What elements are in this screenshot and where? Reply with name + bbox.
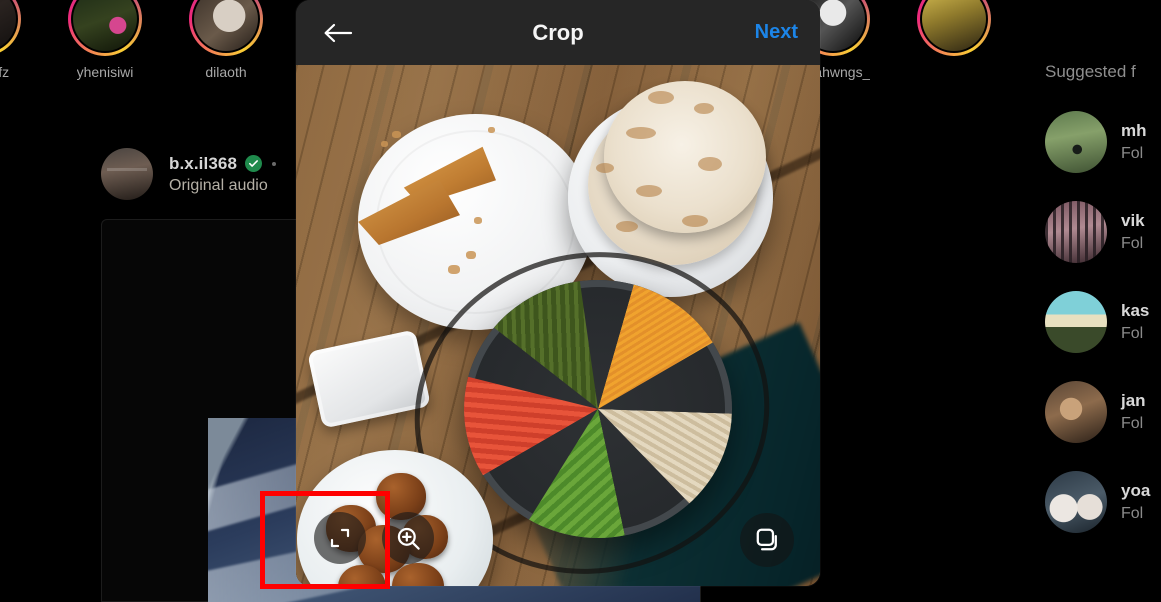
story-item[interactable] [908, 0, 1000, 80]
crop-photo[interactable] [296, 65, 820, 586]
story-item[interactable]: dilaoth [180, 0, 272, 80]
post-audio-label[interactable]: Original audio [169, 177, 276, 195]
suggestions-sidebar: Suggested f mh Fol vik Fol kas Fol jan F… [1040, 0, 1161, 602]
back-arrow-icon[interactable] [318, 13, 358, 53]
select-multiple-icon[interactable] [740, 513, 794, 567]
follow-button[interactable]: Fol [1121, 415, 1146, 433]
list-item[interactable]: yoa Fol [1040, 466, 1150, 538]
story-ring [68, 0, 142, 56]
suggestion-username[interactable]: vik [1121, 211, 1145, 231]
next-button[interactable]: Next [755, 21, 798, 44]
list-item[interactable]: kas Fol [1040, 286, 1150, 358]
story-username: yhenisiwi [76, 64, 134, 80]
suggestions-title: Suggested f [1045, 62, 1136, 81]
follow-button[interactable]: Fol [1121, 325, 1149, 343]
crop-modal: Crop Next [296, 0, 820, 586]
story-ring [0, 0, 21, 56]
avatar[interactable] [101, 148, 153, 200]
crop-expand-icon[interactable] [314, 512, 366, 564]
screen: waffii_fz yhenisiwi dilaoth indahwngs_ [0, 0, 1161, 602]
post-header: b.x.il368 Original audio [101, 148, 276, 200]
avatar[interactable] [1045, 381, 1107, 443]
story-item[interactable]: yhenisiwi [59, 0, 151, 80]
crop-canvas[interactable] [296, 65, 820, 586]
zoom-in-icon[interactable] [382, 512, 434, 564]
separator-dot-icon [272, 161, 276, 166]
story-avatar [0, 0, 16, 51]
suggestion-username[interactable]: kas [1121, 301, 1149, 321]
suggestions-list: mh Fol vik Fol kas Fol jan Fol yoa Fol [1040, 106, 1150, 538]
story-ring [189, 0, 263, 56]
suggestion-username[interactable]: jan [1121, 391, 1146, 411]
suggestion-username[interactable]: yoa [1121, 481, 1150, 501]
flatbread [604, 81, 766, 233]
list-item[interactable]: jan Fol [1040, 376, 1150, 448]
story-username: waffii_fz [0, 64, 10, 80]
avatar[interactable] [1045, 111, 1107, 173]
avatar[interactable] [1045, 471, 1107, 533]
story-ring [917, 0, 991, 56]
follow-button[interactable]: Fol [1121, 145, 1147, 163]
story-item[interactable]: waffii_fz [0, 0, 30, 80]
story-avatar [194, 0, 258, 51]
crop-modal-header: Crop Next [296, 0, 820, 65]
story-avatar [73, 0, 137, 51]
story-username: dilaoth [205, 64, 247, 80]
follow-button[interactable]: Fol [1121, 235, 1145, 253]
list-item[interactable]: mh Fol [1040, 106, 1150, 178]
post-username[interactable]: b.x.il368 [169, 154, 237, 174]
page-title: Crop [532, 19, 584, 45]
follow-button[interactable]: Fol [1121, 505, 1150, 523]
avatar[interactable] [1045, 291, 1107, 353]
story-avatar [922, 0, 986, 51]
avatar[interactable] [1045, 201, 1107, 263]
suggestion-username[interactable]: mh [1121, 121, 1147, 141]
verified-badge-icon [245, 155, 262, 172]
list-item[interactable]: vik Fol [1040, 196, 1150, 268]
